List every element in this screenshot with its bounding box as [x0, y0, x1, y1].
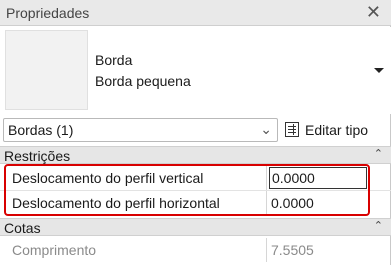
property-name: Comprimento	[12, 242, 97, 258]
collapse-icon[interactable]: ⌃	[374, 147, 383, 160]
panel-titlebar: Propriedades ✕	[0, 0, 391, 26]
property-row: Comprimento	[0, 238, 391, 262]
section-label: Restrições	[4, 148, 71, 164]
instance-selector-row: Bordas (1) ⌄ Editar tipo	[0, 116, 391, 144]
type-preview-image	[5, 30, 88, 110]
instance-filter-value: Bordas (1)	[8, 122, 74, 138]
chevron-down-icon: ⌄	[260, 121, 272, 137]
edit-type-label: Editar tipo	[305, 122, 369, 138]
type-family-name: Borda	[95, 52, 133, 68]
type-selector-area[interactable]: Borda Borda pequena	[0, 27, 391, 114]
section-restricoes[interactable]: Restrições ⌃	[0, 146, 391, 164]
panel-title: Propriedades	[6, 5, 90, 21]
edit-type-icon	[285, 122, 299, 137]
length-field	[269, 239, 367, 261]
properties-panel: Propriedades ✕ Borda Borda pequena Borda…	[0, 0, 391, 265]
edit-type-button[interactable]: Editar tipo	[283, 118, 387, 142]
column-divider	[266, 238, 267, 262]
section-cotas[interactable]: Cotas ⌃	[0, 218, 391, 236]
highlight-annotation	[4, 164, 370, 216]
section-label: Cotas	[4, 220, 41, 236]
close-icon[interactable]: ✕	[366, 2, 381, 22]
instance-filter-dropdown[interactable]: Bordas (1) ⌄	[3, 118, 278, 142]
dropdown-arrow-icon[interactable]	[373, 65, 385, 75]
type-name: Borda pequena	[95, 73, 191, 89]
collapse-icon[interactable]: ⌃	[374, 219, 383, 232]
